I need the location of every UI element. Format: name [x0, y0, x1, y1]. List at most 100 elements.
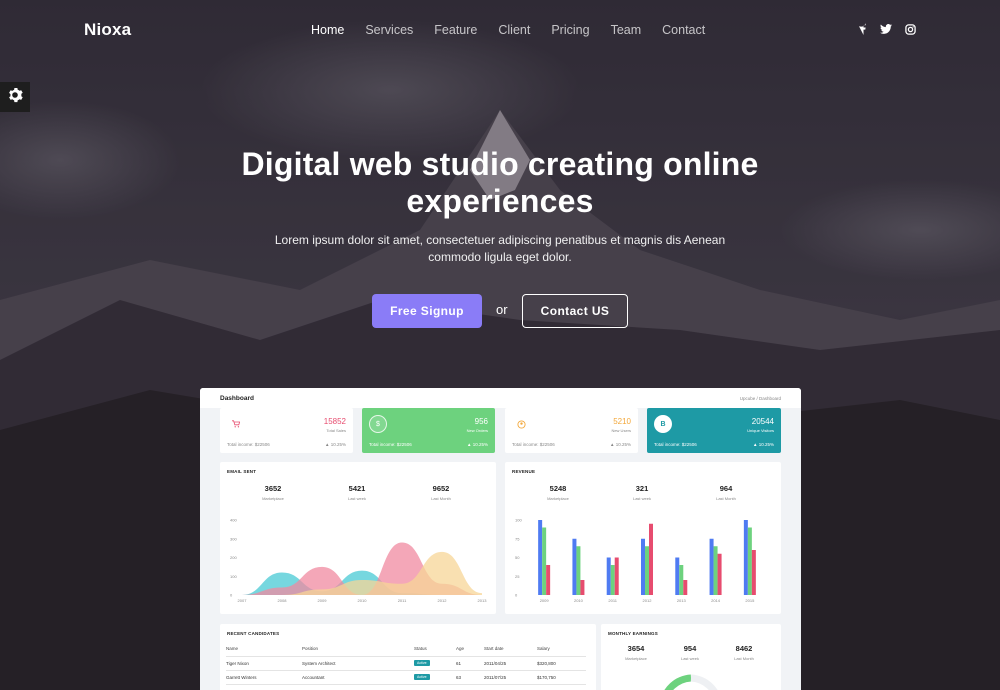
x-tick-label: 2014 — [711, 598, 721, 603]
status-badge: Active — [414, 660, 430, 666]
y-tick-label: 50 — [515, 555, 520, 560]
bar-2014-series-2 — [713, 546, 718, 595]
hero-subtitle-line-2: commodo ligula eget dolor. — [428, 249, 572, 264]
cell-position: System Architect — [302, 656, 414, 671]
email-sent-panel: EMAIL SENT 3652 Marketplace 5421 Last we… — [220, 462, 496, 614]
y-tick-label: 25 — [515, 574, 520, 579]
bar-2015-series-1 — [743, 520, 748, 595]
nav-item-home[interactable]: Home — [311, 23, 344, 37]
nav-item-services[interactable]: Services — [365, 23, 413, 37]
dashboard-preview: Dashboard Upcube / Dashboard 15852 Total… — [200, 388, 801, 690]
table-row[interactable]: Tiger Nixon System Architect Active 61 2… — [226, 656, 586, 671]
bar-2009-series-3 — [546, 565, 551, 595]
bar-2010-series-1 — [572, 538, 577, 595]
bar-2013-series-2 — [679, 565, 684, 595]
x-tick-label: 2012 — [438, 598, 448, 603]
stat-income: Total income: $22506 — [369, 442, 412, 447]
column-header[interactable]: Salary — [537, 642, 586, 657]
stat-label: New Orders — [466, 428, 488, 433]
column-header[interactable]: Age — [456, 642, 484, 657]
social-links — [856, 23, 916, 35]
bar-2012-series-1 — [641, 538, 645, 595]
stat-label: Total Sales — [326, 428, 346, 433]
stat-label: Unique Visitors — [747, 428, 774, 433]
stat-percent: ▲ 10.25% — [753, 442, 774, 447]
cell-name: Garrett Winters — [226, 670, 302, 685]
stat-value: 5210 — [613, 417, 631, 426]
bar-2009-series-1 — [538, 520, 543, 595]
facebook-icon[interactable] — [856, 23, 868, 35]
bar-2011-series-2 — [610, 565, 615, 595]
cell-name: Tiger Nixon — [226, 656, 302, 671]
stat-card-new-users: 5210 New Users Total income: $22506 ▲ 10… — [505, 408, 638, 453]
x-tick-label: 2010 — [574, 598, 584, 603]
bar-2012-series-2 — [645, 546, 649, 595]
revenue-bar-chart: 100 75 50 25 0 2009 2010 2011 2012 2013 2014 2015 — [515, 518, 756, 603]
cell-salary: $320,800 — [537, 656, 586, 671]
earnings-donut — [664, 674, 718, 690]
nav-item-pricing[interactable]: Pricing — [551, 23, 589, 37]
free-signup-button[interactable]: Free Signup — [372, 294, 482, 328]
email-area-chart: 400 300 200 100 0 2007 2008 2009 2010 2011 2012 201… — [230, 518, 488, 604]
cell-start-date: 2011/04/25 — [484, 656, 537, 671]
nav-menu: Home Services Feature Client Pricing Tea… — [311, 23, 726, 37]
cell-start-date: 2011/07/25 — [484, 670, 537, 685]
cell-age: 61 — [456, 656, 484, 671]
y-tick-label: 400 — [230, 518, 237, 523]
panel-title: RECENT CANDIDATES — [227, 631, 280, 636]
candidates-table: Name Position Status Age Start date Sala… — [226, 642, 586, 685]
column-header[interactable]: Status — [414, 642, 456, 657]
hero-title: Digital web studio creating online exper… — [150, 146, 850, 220]
stat-percent: ▲ 10.25% — [467, 442, 488, 447]
nav-item-feature[interactable]: Feature — [434, 23, 477, 37]
breadcrumb: Upcube / Dashboard — [739, 396, 781, 401]
column-header[interactable]: Name — [226, 642, 302, 657]
nav-item-client[interactable]: Client — [498, 23, 530, 37]
column-header[interactable]: Start date — [484, 642, 537, 657]
y-tick-label: 300 — [230, 536, 237, 541]
bar-2013-series-1 — [675, 557, 680, 595]
settings-toggle[interactable] — [0, 82, 30, 112]
cell-position: Accountant — [302, 670, 414, 685]
stat-value: 20544 — [751, 417, 774, 426]
x-tick-label: 2012 — [643, 598, 653, 603]
y-tick-label: 0 — [515, 593, 518, 598]
table-header-row: Name Position Status Age Start date Sala… — [226, 642, 586, 657]
dashboard-title: Dashboard — [220, 395, 254, 402]
gear-icon — [7, 87, 23, 108]
dollar-icon: $ — [369, 415, 387, 433]
x-tick-label: 2011 — [608, 598, 617, 603]
table-row[interactable]: Garrett Winters Accountant Active 63 201… — [226, 670, 586, 685]
bitcoin-icon: B — [654, 415, 672, 433]
stat-card-new-orders: $ 956 New Orders Total income: $22506 ▲ … — [362, 408, 495, 453]
bar-2012-series-3 — [649, 523, 653, 595]
y-tick-label: 200 — [230, 555, 237, 560]
twitter-icon[interactable] — [880, 23, 892, 35]
column-header[interactable]: Position — [302, 642, 414, 657]
cell-status: Active — [414, 670, 456, 685]
brand-logo[interactable]: Nioxa — [84, 20, 131, 40]
cell-age: 63 — [456, 670, 484, 685]
x-tick-label: 2007 — [238, 598, 248, 603]
stat-income: Total income: $22506 — [654, 442, 697, 447]
stat-value: 15852 — [323, 417, 346, 426]
stat-label: New Users — [611, 428, 631, 433]
x-tick-label: 2009 — [318, 598, 328, 603]
x-tick-label: 2013 — [478, 598, 488, 603]
nav-item-contact[interactable]: Contact — [662, 23, 705, 37]
status-badge: Active — [414, 674, 430, 680]
cell-salary: $170,750 — [537, 670, 586, 685]
x-tick-label: 2010 — [358, 598, 368, 603]
nav-item-team[interactable]: Team — [611, 23, 642, 37]
bar-2009-series-2 — [542, 527, 547, 595]
contact-us-button[interactable]: Contact US — [522, 294, 628, 328]
or-separator: or — [496, 302, 508, 317]
stat-percent: ▲ 10.25% — [610, 442, 631, 447]
x-tick-label: 2008 — [278, 598, 288, 603]
stat-income: Total income: $22506 — [227, 442, 270, 447]
instagram-icon[interactable] — [904, 23, 916, 35]
user-icon — [512, 415, 530, 433]
y-tick-label: 0 — [230, 593, 233, 598]
stat-card-unique-visitors: B 20544 Unique Visitors Total income: $2… — [647, 408, 781, 453]
stat-value: 956 — [474, 417, 488, 426]
